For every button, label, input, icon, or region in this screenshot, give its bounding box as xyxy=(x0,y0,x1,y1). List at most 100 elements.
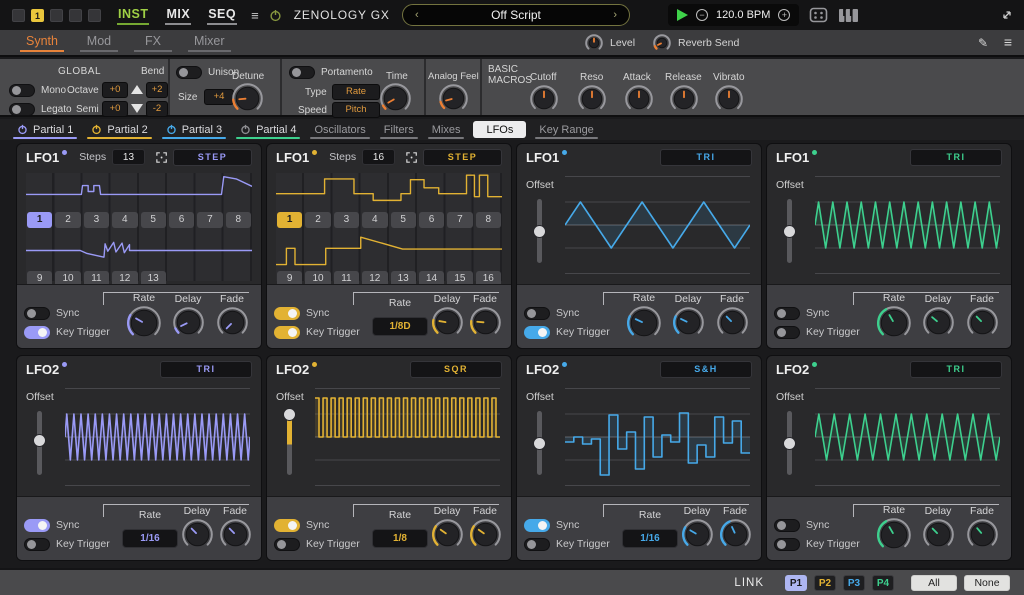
legato-toggle[interactable] xyxy=(9,103,35,116)
offset-slider-thumb[interactable] xyxy=(533,225,546,238)
tab-filters[interactable]: Filters xyxy=(375,119,423,140)
power-icon[interactable] xyxy=(269,9,282,22)
delay-knob[interactable] xyxy=(431,518,464,551)
key-trigger-toggle[interactable] xyxy=(274,538,300,551)
tab-partial-3[interactable]: Partial 3 xyxy=(157,119,231,140)
step-cell[interactable]: 3 xyxy=(84,212,109,228)
analog-feel-knob[interactable] xyxy=(438,83,469,114)
step-cell[interactable]: 3 xyxy=(334,212,359,228)
sync-toggle[interactable] xyxy=(524,519,550,532)
reverb-send-knob[interactable] xyxy=(652,33,672,53)
key-trigger-toggle[interactable] xyxy=(24,538,50,551)
rate-knob[interactable] xyxy=(126,305,162,341)
expand-icon[interactable] xyxy=(156,151,167,164)
step-cell[interactable]: 6 xyxy=(169,212,194,228)
rate-value[interactable]: 1/16 xyxy=(122,529,178,548)
delay-knob[interactable] xyxy=(431,306,464,339)
tab-key-range[interactable]: Key Range xyxy=(530,119,602,140)
list-menu-icon[interactable]: ≡ xyxy=(1004,34,1012,50)
unison-size-value[interactable]: +4 xyxy=(204,89,234,105)
step-cell[interactable]: 8 xyxy=(226,212,251,228)
fade-knob[interactable] xyxy=(216,306,249,339)
offset-slider[interactable] xyxy=(537,199,542,263)
bend-up-arrow[interactable] xyxy=(131,85,143,94)
sync-toggle[interactable] xyxy=(524,307,550,320)
fade-knob[interactable] xyxy=(219,518,252,551)
offset-slider[interactable] xyxy=(287,411,292,475)
key-trigger-toggle[interactable] xyxy=(24,326,50,339)
portamento-time-knob[interactable] xyxy=(379,82,412,115)
sync-toggle[interactable] xyxy=(774,519,800,532)
fade-knob[interactable] xyxy=(469,518,502,551)
tab-oscillators[interactable]: Oscillators xyxy=(305,119,374,140)
reso-knob[interactable] xyxy=(577,84,607,114)
vibrato-knob[interactable] xyxy=(714,84,744,114)
link-p1-button[interactable]: P1 xyxy=(785,575,807,591)
tab-mod[interactable]: Mod xyxy=(80,30,118,52)
delay-knob[interactable] xyxy=(922,518,955,551)
tab-lfos[interactable]: LFOs xyxy=(473,121,526,138)
link-none-button[interactable]: None xyxy=(964,575,1010,591)
fade-knob[interactable] xyxy=(966,306,999,339)
sync-toggle[interactable] xyxy=(24,519,50,532)
hamburger-menu-icon[interactable]: ≡ xyxy=(251,8,259,23)
tab-mix[interactable]: MIX xyxy=(165,5,191,25)
link-all-button[interactable]: All xyxy=(911,575,957,591)
detune-knob[interactable] xyxy=(231,82,264,115)
delay-knob[interactable] xyxy=(922,306,955,339)
partial-power-icon[interactable] xyxy=(166,124,177,135)
rate-value[interactable]: 1/8 xyxy=(372,529,428,548)
key-trigger-toggle[interactable] xyxy=(524,538,550,551)
fade-knob[interactable] xyxy=(719,518,752,551)
unison-toggle[interactable] xyxy=(176,66,202,79)
lfo-mode-button[interactable]: STEP xyxy=(423,149,502,166)
window-slot-button-active[interactable]: 1 xyxy=(31,9,44,22)
step-cell[interactable]: 6 xyxy=(419,212,444,228)
attack-knob[interactable] xyxy=(624,84,654,114)
step-cell[interactable]: 5 xyxy=(391,212,416,228)
offset-slider-thumb[interactable] xyxy=(783,437,796,450)
step-cell[interactable]: 4 xyxy=(112,212,137,228)
step-cell-selected[interactable]: 1 xyxy=(27,212,52,228)
preset-prev-icon[interactable]: ‹ xyxy=(415,10,419,21)
sync-toggle[interactable] xyxy=(24,307,50,320)
offset-slider[interactable] xyxy=(787,199,792,263)
partial-power-icon[interactable] xyxy=(91,124,102,135)
offset-slider-thumb[interactable] xyxy=(783,225,796,238)
offset-slider-thumb[interactable] xyxy=(533,437,546,450)
offset-slider-thumb[interactable] xyxy=(33,434,46,447)
step-cell[interactable]: 8 xyxy=(476,212,501,228)
delay-knob[interactable] xyxy=(181,518,214,551)
partial-power-icon[interactable] xyxy=(240,124,251,135)
tab-partial-1[interactable]: Partial 1 xyxy=(8,119,82,140)
delay-knob[interactable] xyxy=(681,518,714,551)
steps-value[interactable]: 16 xyxy=(362,149,395,165)
lfo-mode-button[interactable]: STEP xyxy=(173,149,252,166)
bpm-decrease-icon[interactable]: − xyxy=(696,9,708,21)
preset-selector[interactable]: ‹ Off Script › xyxy=(402,4,630,26)
link-p3-button[interactable]: P3 xyxy=(843,575,865,591)
step-cell[interactable]: 7 xyxy=(197,212,222,228)
lfo-mode-button[interactable]: S&H xyxy=(660,361,752,378)
step-cell[interactable]: 5 xyxy=(141,212,166,228)
release-knob[interactable] xyxy=(669,84,699,114)
sync-toggle[interactable] xyxy=(274,307,300,320)
tab-mixer[interactable]: Mixer xyxy=(188,30,231,52)
tab-inst[interactable]: INST xyxy=(117,5,149,25)
play-button[interactable] xyxy=(677,9,688,21)
cutoff-knob[interactable] xyxy=(529,84,559,114)
rate-knob[interactable] xyxy=(626,305,662,341)
link-p4-button[interactable]: P4 xyxy=(872,575,894,591)
step-cell[interactable]: 2 xyxy=(305,212,330,228)
lfo-mode-button[interactable]: TRI xyxy=(910,149,1002,166)
bend-down-arrow[interactable] xyxy=(131,104,143,113)
bpm-value[interactable]: 120.0 BPM xyxy=(716,9,770,21)
link-p2-button[interactable]: P2 xyxy=(814,575,836,591)
delay-knob[interactable] xyxy=(672,306,705,339)
fade-knob[interactable] xyxy=(469,306,502,339)
key-trigger-toggle[interactable] xyxy=(524,326,550,339)
key-trigger-toggle[interactable] xyxy=(774,538,800,551)
lfo-mode-button[interactable]: TRI xyxy=(910,361,1002,378)
octave-value[interactable]: +0 xyxy=(102,82,128,98)
portamento-toggle[interactable] xyxy=(289,66,315,79)
